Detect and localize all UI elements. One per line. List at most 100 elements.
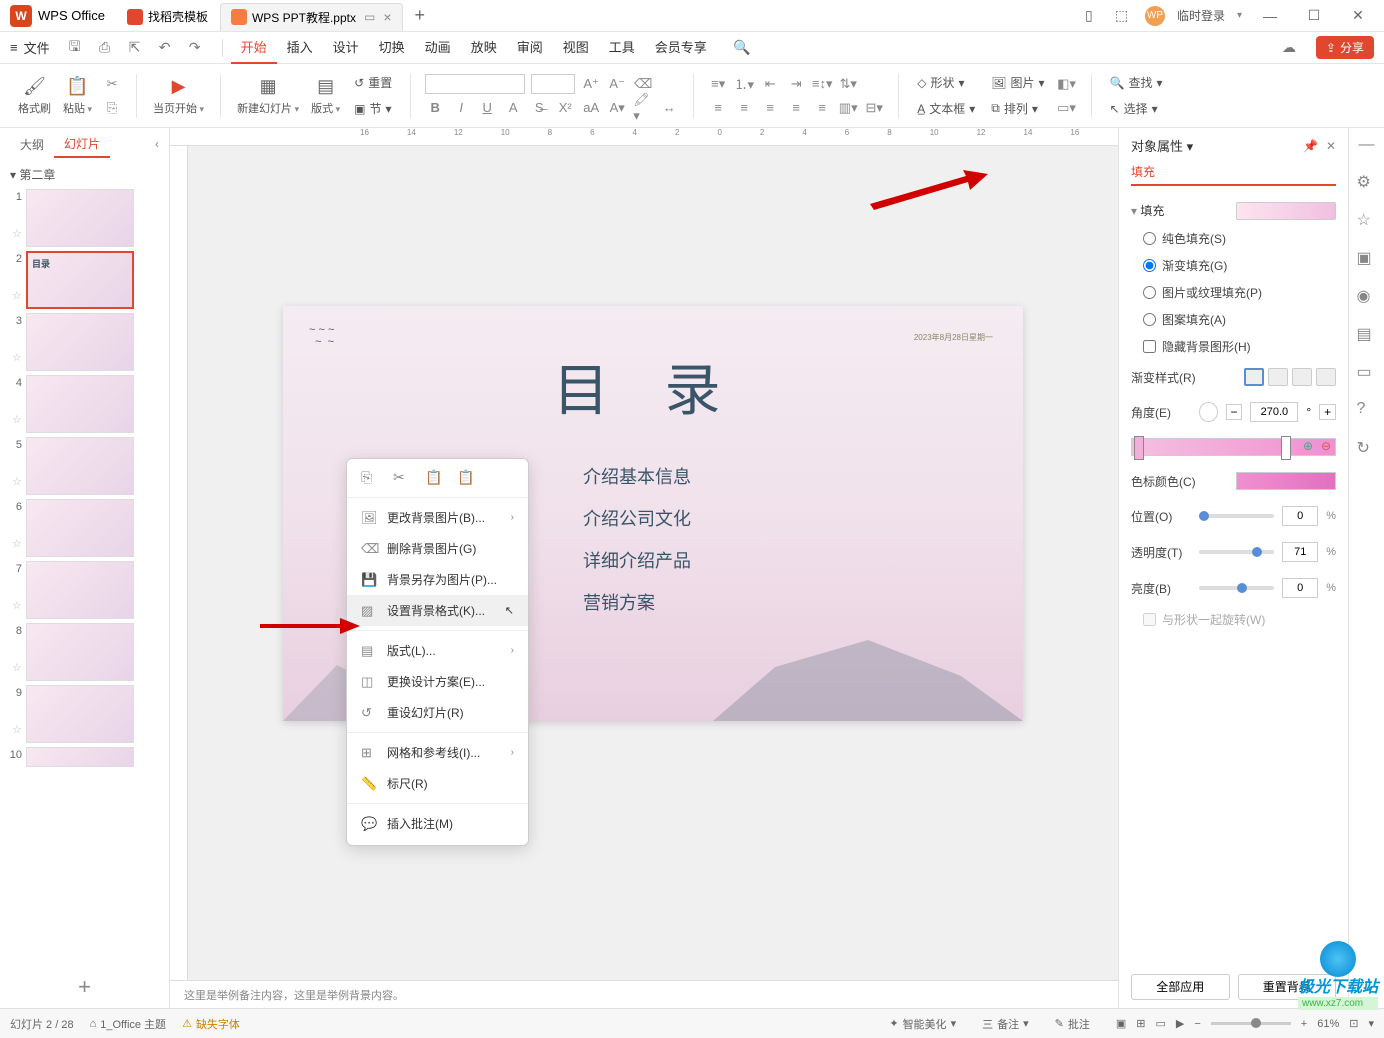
from-current-button[interactable]: ▶ 当页开始 <box>147 74 210 118</box>
text-direction-icon[interactable]: ⇅▾ <box>838 74 858 94</box>
slide-thumb[interactable]: 2目录☆ <box>8 251 161 309</box>
slide-thumb[interactable]: 3☆ <box>8 313 161 371</box>
view-normal-icon[interactable]: ▣ <box>1116 1017 1126 1030</box>
cut-icon[interactable]: ✂ <box>393 469 413 489</box>
shadow-icon[interactable]: A <box>503 98 523 118</box>
tab-menu-icon[interactable]: ▭ <box>364 10 375 24</box>
outline-tab[interactable]: 大纲 <box>10 132 54 157</box>
transparency-input[interactable] <box>1282 542 1318 562</box>
missing-font-warning[interactable]: ⚠缺失字体 <box>182 1016 240 1032</box>
app-menu-button[interactable]: ≡ 文件 <box>10 38 50 57</box>
brightness-input[interactable] <box>1282 578 1318 598</box>
thumbnail-list[interactable]: 1☆ 2目录☆ 3☆ 4☆ 5☆ 6☆ 7☆ 8☆ 9☆ 10 <box>0 189 169 966</box>
fill-section[interactable]: 填充 <box>1131 202 1164 219</box>
ctx-delete-bg[interactable]: ⌫删除背景图片(G) <box>347 533 528 564</box>
avatar[interactable]: WP <box>1145 6 1165 26</box>
rotate-with-shape-checkbox[interactable]: 与形状一起旋转(W) <box>1143 611 1336 628</box>
add-tab-button[interactable]: + <box>415 5 426 26</box>
notes-area[interactable]: 这里是举例备注内容，这里是举例背景内容。 <box>170 980 1118 1008</box>
collapse-panel-icon[interactable]: ‹ <box>155 137 159 151</box>
font-size-select[interactable] <box>531 74 575 94</box>
fill-style-icon[interactable]: ◧▾ <box>1057 74 1077 94</box>
tab-document[interactable]: WPS PPT教程.pptx ▭ × <box>220 3 403 31</box>
align-distribute-icon[interactable]: ≡ <box>812 98 832 118</box>
slide-thumb[interactable]: 10 <box>8 747 161 767</box>
italic-icon[interactable]: I <box>451 98 471 118</box>
slide-thumb[interactable]: 9☆ <box>8 685 161 743</box>
theme-name[interactable]: ⌂1_Office 主题 <box>90 1016 166 1032</box>
star-icon[interactable]: ☆ <box>1357 210 1377 230</box>
ai-beautify-button[interactable]: ✦智能美化 ▾ <box>889 1016 956 1032</box>
panel-tab-fill[interactable]: 填充 <box>1131 163 1336 186</box>
gradient-style-radial[interactable] <box>1268 368 1288 386</box>
picture-button[interactable]: 🖼图片 ▾ <box>987 72 1048 94</box>
presentation-icon[interactable]: ▭ <box>1357 362 1377 382</box>
format-painter-button[interactable]: 🖌 格式刷 <box>12 74 57 118</box>
align-text-icon[interactable]: ⊟▾ <box>864 98 884 118</box>
view-sorter-icon[interactable]: ⊞ <box>1136 1017 1145 1030</box>
reset-button[interactable]: ↺重置 <box>350 72 396 94</box>
gradient-stop[interactable] <box>1134 436 1144 460</box>
slide-thumb[interactable]: 5☆ <box>8 437 161 495</box>
paste-icon[interactable]: 📋 <box>425 469 445 489</box>
arrange-button[interactable]: ⧉排列 ▾ <box>987 98 1048 120</box>
columns-icon[interactable]: ▥▾ <box>838 98 858 118</box>
ctx-reset-slide[interactable]: ↺重设幻灯片(R) <box>347 697 528 728</box>
save-icon[interactable]: 🖫 <box>64 37 86 59</box>
comments-toggle[interactable]: ✎批注 <box>1055 1016 1090 1032</box>
menu-tab-transition[interactable]: 切换 <box>369 32 415 64</box>
menu-tab-member[interactable]: 会员专享 <box>645 32 717 64</box>
menu-tab-review[interactable]: 审阅 <box>507 32 553 64</box>
ctx-grid-guides[interactable]: ⊞网格和参考线(I)...› <box>347 737 528 768</box>
spell-icon[interactable]: aA <box>581 98 601 118</box>
clear-format-icon[interactable]: ⌫ <box>633 74 653 94</box>
preview-icon[interactable]: ⇱ <box>124 37 146 59</box>
menu-tab-design[interactable]: 设计 <box>323 32 369 64</box>
bullets-icon[interactable]: ≡▾ <box>708 74 728 94</box>
view-reading-icon[interactable]: ▭ <box>1155 1017 1165 1030</box>
menu-tab-tools[interactable]: 工具 <box>599 32 645 64</box>
undo-icon[interactable]: ↶ <box>154 37 176 59</box>
gradient-style-rect[interactable] <box>1292 368 1312 386</box>
layout-button[interactable]: ▤ 版式 <box>305 74 346 118</box>
close-icon[interactable]: × <box>383 9 391 25</box>
minimize-button[interactable]: — <box>1254 8 1286 24</box>
stop-color-picker[interactable] <box>1236 472 1336 490</box>
angle-decrease[interactable]: − <box>1226 404 1243 420</box>
gradient-preview-dropdown[interactable] <box>1236 202 1336 220</box>
select-button[interactable]: ↖选择 ▾ <box>1106 98 1167 120</box>
ctx-insert-comment[interactable]: 💬插入批注(M) <box>347 808 528 839</box>
cut-icon[interactable]: ✂ <box>102 74 122 94</box>
angle-dial[interactable] <box>1199 402 1218 422</box>
slide-viewport[interactable]: ~ ~ ~ ~ ~ 2023年8月28日星期一 目 录 介绍基本信息 介绍公司文… <box>188 146 1118 980</box>
picture-fill-radio[interactable]: 图片或纹理填充(P) <box>1143 284 1336 301</box>
gradient-style-path[interactable] <box>1316 368 1336 386</box>
new-slide-button[interactable]: ▦ 新建幻灯片 <box>231 74 305 118</box>
strikethrough-icon[interactable]: S̶ <box>529 98 549 118</box>
angle-input[interactable] <box>1250 402 1298 422</box>
ctx-layout[interactable]: ▤版式(L)...› <box>347 635 528 666</box>
position-input[interactable] <box>1282 506 1318 526</box>
underline-icon[interactable]: U <box>477 98 497 118</box>
slide-thumb[interactable]: 1☆ <box>8 189 161 247</box>
outline-style-icon[interactable]: ▭▾ <box>1057 98 1077 118</box>
ctx-change-design[interactable]: ◫更换设计方案(E)... <box>347 666 528 697</box>
gradient-stops-bar[interactable]: ⊕ ⊖ <box>1131 438 1336 456</box>
menu-tab-start[interactable]: 开始 <box>231 32 277 64</box>
sync-icon[interactable]: ↻ <box>1357 438 1377 458</box>
settings-icon[interactable]: ⚙ <box>1357 172 1377 192</box>
hide-bg-checkbox[interactable]: 隐藏背景图形(H) <box>1143 338 1336 355</box>
apply-all-button[interactable]: 全部应用 <box>1131 974 1230 1000</box>
align-center-icon[interactable]: ≡ <box>734 98 754 118</box>
decrease-font-icon[interactable]: A⁻ <box>607 74 627 94</box>
line-spacing-icon[interactable]: ≡↕▾ <box>812 74 832 94</box>
menu-tab-slideshow[interactable]: 放映 <box>461 32 507 64</box>
position-slider[interactable] <box>1199 514 1274 518</box>
paste-special-icon[interactable]: 📋 <box>457 469 477 489</box>
ctx-ruler[interactable]: 📏标尺(R) <box>347 768 528 799</box>
remove-stop-icon[interactable]: ⊖ <box>1321 439 1331 453</box>
decrease-indent-icon[interactable]: ⇤ <box>760 74 780 94</box>
print-icon[interactable]: ⎙ <box>94 37 116 59</box>
menu-tab-view[interactable]: 视图 <box>553 32 599 64</box>
find-button[interactable]: 🔍查找 ▾ <box>1106 72 1167 94</box>
